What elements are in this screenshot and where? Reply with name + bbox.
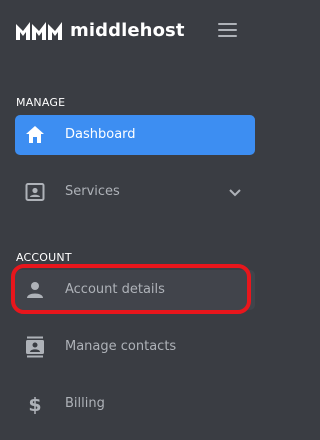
sidebar-item-label: Manage contacts (65, 339, 177, 354)
sidebar-item-manage-contacts[interactable]: Manage contacts (15, 327, 255, 367)
section-title-manage: MANAGE (16, 96, 66, 109)
contacts-book-icon (23, 335, 47, 359)
sidebar-item-label: Account details (65, 282, 165, 297)
sidebar-item-label: Billing (65, 396, 105, 411)
sidebar-item-services[interactable]: Services (15, 172, 255, 212)
sidebar-item-label: Dashboard (65, 127, 136, 142)
chevron-down-icon[interactable] (227, 184, 243, 200)
middlehost-logo-icon (16, 20, 64, 42)
brand-name: middlehost (70, 20, 185, 41)
sidebar-item-billing[interactable]: $ Billing (15, 384, 255, 424)
sidebar-header: middlehost (0, 0, 266, 62)
dollar-icon: $ (23, 392, 47, 416)
hamburger-menu-icon[interactable] (217, 22, 239, 38)
section-title-account: ACCOUNT (16, 251, 72, 264)
sidebar-item-account-details[interactable]: Account details (15, 270, 255, 310)
brand-logo[interactable]: middlehost (16, 20, 185, 42)
svg-text:$: $ (28, 394, 41, 416)
contact-card-icon (23, 180, 47, 204)
sidebar-item-dashboard[interactable]: Dashboard (15, 115, 255, 155)
home-icon (23, 123, 47, 147)
person-icon (23, 278, 47, 302)
sidebar-item-label: Services (65, 184, 120, 199)
